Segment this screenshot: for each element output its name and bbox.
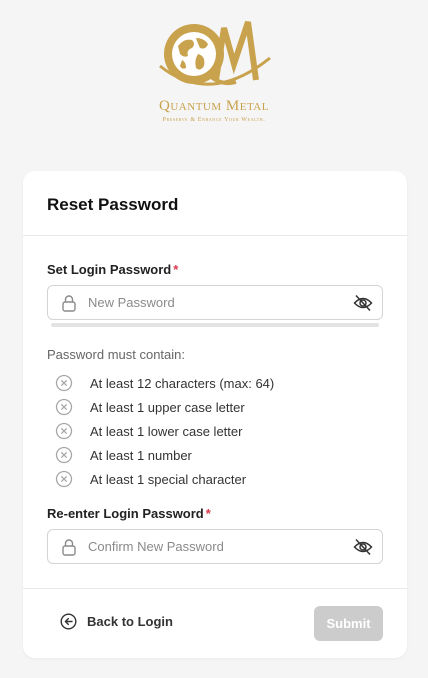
- eye-off-icon[interactable]: [353, 294, 373, 312]
- password-rule: At least 1 special character: [55, 467, 274, 491]
- confirm-password-field[interactable]: [47, 529, 383, 564]
- password-rule-text: At least 1 lower case letter: [90, 423, 243, 439]
- brand-tagline: Preserve & Enhance Your Wealth.: [162, 117, 266, 123]
- password-rule-text: At least 1 upper case letter: [90, 399, 245, 415]
- card-footer: Back to Login Submit: [23, 588, 407, 658]
- required-marker: *: [173, 262, 179, 277]
- confirm-password-label: Re-enter Login Password *: [47, 506, 211, 521]
- password-rule: At least 1 upper case letter: [55, 395, 274, 419]
- password-rule-text: At least 1 number: [90, 447, 192, 463]
- lock-icon: [62, 539, 76, 556]
- card-header: Reset Password: [23, 171, 407, 236]
- brand-logo: Quantum Metal Preserve & Enhance Your We…: [0, 14, 428, 123]
- confirm-password-input[interactable]: [88, 530, 338, 563]
- circle-x-icon: [55, 422, 73, 440]
- password-label: Set Login Password *: [47, 262, 178, 277]
- circle-x-icon: [55, 398, 73, 416]
- password-rules-title: Password must contain:: [47, 347, 186, 362]
- password-rule-text: At least 1 special character: [90, 471, 247, 487]
- submit-button[interactable]: Submit: [314, 606, 383, 641]
- confirm-password-label-text: Re-enter Login Password: [47, 506, 204, 521]
- qm-globe-logo-icon: [159, 21, 271, 86]
- brand-name: Quantum Metal: [159, 98, 269, 114]
- password-rule: At least 1 lower case letter: [55, 419, 274, 443]
- required-marker: *: [205, 506, 211, 521]
- password-rule-text: At least 12 characters (max: 64): [90, 375, 275, 391]
- circle-arrow-left-icon: [60, 613, 77, 630]
- lock-icon: [62, 295, 76, 312]
- new-password-field[interactable]: [47, 285, 383, 320]
- page-title: Reset Password: [47, 195, 179, 214]
- password-strength-bar: [51, 323, 379, 327]
- password-label-text: Set Login Password: [47, 262, 172, 277]
- circle-x-icon: [55, 470, 73, 488]
- reset-password-card: Reset Password Set Login Password * Passw…: [23, 171, 407, 658]
- back-to-login-label: Back to Login: [87, 614, 173, 629]
- circle-x-icon: [55, 446, 73, 464]
- password-rule: At least 1 number: [55, 443, 274, 467]
- circle-x-icon: [55, 374, 73, 392]
- password-rules-list: At least 12 characters (max: 64) At leas…: [55, 371, 274, 491]
- back-to-login-link[interactable]: Back to Login: [60, 613, 173, 630]
- new-password-input[interactable]: [88, 286, 338, 319]
- reset-password-page: Quantum Metal Preserve & Enhance Your We…: [0, 0, 428, 678]
- eye-off-icon[interactable]: [353, 538, 373, 556]
- password-rule: At least 12 characters (max: 64): [55, 371, 274, 395]
